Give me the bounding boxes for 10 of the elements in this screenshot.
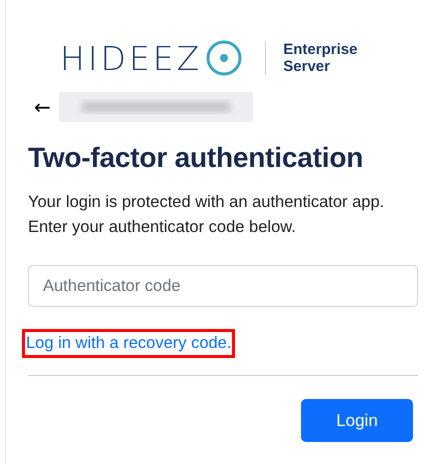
logo-wordmark: HIDEEZ	[60, 38, 202, 78]
product-name: Enterprise	[283, 41, 358, 58]
product-name: Server	[283, 58, 331, 75]
recovery-code-link[interactable]: Log in with a recovery code.	[22, 329, 236, 358]
login-button[interactable]: Login	[301, 399, 413, 442]
back-arrow-button[interactable]: ←	[28, 95, 59, 119]
page-title: Two-factor authentication	[28, 142, 364, 174]
description-text: Your login is protected with an authenticator app. Enter your authenticator code below.	[28, 192, 386, 238]
logo-ring-icon	[205, 39, 244, 77]
authenticator-code-field[interactable]: Authenticator code	[28, 265, 418, 307]
